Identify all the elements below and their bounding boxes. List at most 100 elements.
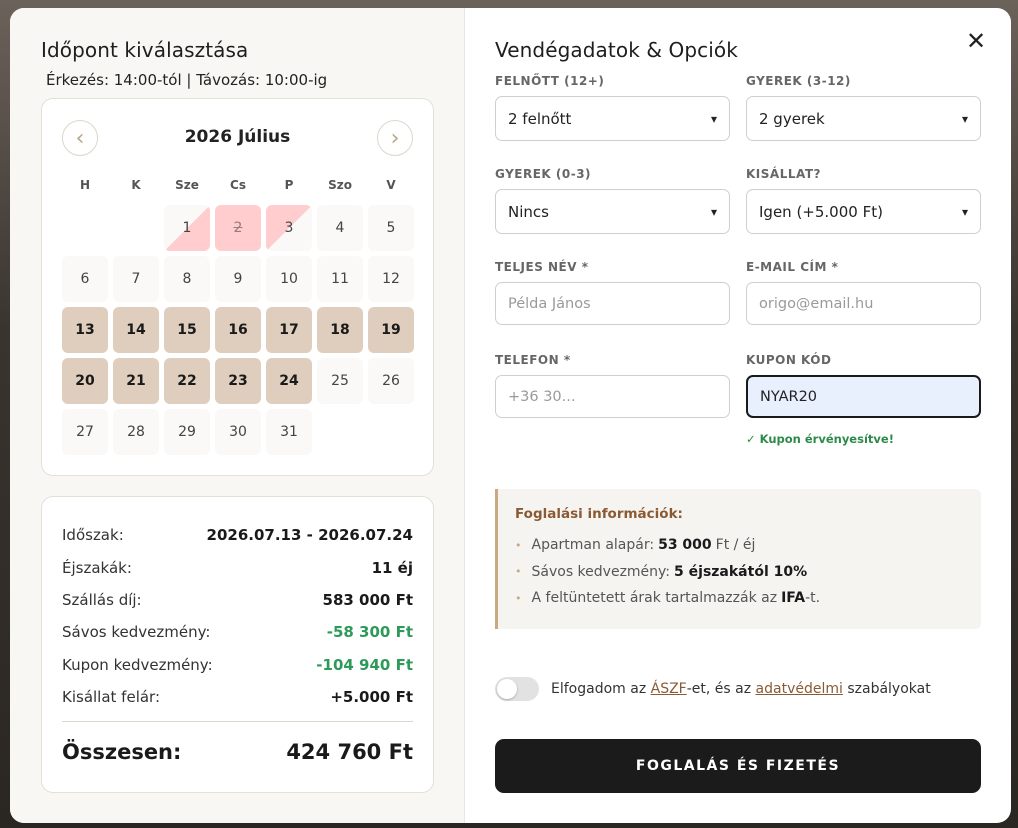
calendar-day-11[interactable]: 11	[317, 256, 363, 302]
infants-label: GYEREK (0-3)	[495, 167, 592, 181]
calendar-day-2: 2	[215, 205, 261, 251]
chevron-down-icon: ▾	[710, 111, 717, 126]
calendar-month-title: 2026 Július	[184, 127, 291, 147]
name-input[interactable]	[508, 295, 717, 312]
calendar-day-number: 18	[330, 322, 350, 338]
infants-select[interactable]: Nincs ▾	[495, 189, 730, 234]
calendar-day-6[interactable]: 6	[62, 256, 108, 302]
summary-row-value: -104 940 Ft	[316, 655, 413, 674]
calendar-day-17[interactable]: 17	[266, 307, 312, 353]
calendar-day-28[interactable]: 28	[113, 409, 159, 455]
date-selection-title: Időpont kiválasztása	[41, 38, 249, 62]
calendar-day-number: 13	[75, 322, 95, 338]
pet-select[interactable]: Igen (+5.000 Ft) ▾	[746, 189, 981, 234]
info-text: Sávos kedvezmény:	[531, 563, 671, 580]
calendar-day-19[interactable]: 19	[368, 307, 414, 353]
terms-text-pre: Elfogadom az	[551, 681, 651, 697]
name-label: TELJES NÉV *	[495, 260, 589, 274]
calendar-day-24[interactable]: 24	[266, 358, 312, 404]
guest-form: FELNŐTT (12+) 2 felnőtt ▾ GYEREK (3-12) …	[495, 74, 981, 446]
calendar-day-number: 10	[280, 271, 298, 287]
calendar-day-9[interactable]: 9	[215, 256, 261, 302]
coupon-field: KUPON KÓD ✓ Kupon érvényesítve!	[746, 353, 981, 446]
calendar-day-number: 30	[229, 424, 247, 440]
calendar-day-22[interactable]: 22	[164, 358, 210, 404]
infants-field: GYEREK (0-3) Nincs ▾	[495, 167, 730, 260]
summary-row: Sávos kedvezmény: -58 300 Ft	[62, 616, 413, 648]
total-label: Összesen:	[62, 740, 182, 765]
calendar-day-4[interactable]: 4	[317, 205, 363, 251]
summary-row: Szállás díj: 583 000 Ft	[62, 584, 413, 616]
pet-field: KISÁLLAT? Igen (+5.000 Ft) ▾	[746, 167, 981, 260]
calendar-day-30[interactable]: 30	[215, 409, 261, 455]
info-bold: 53 000	[658, 537, 712, 554]
calendar-day-18[interactable]: 18	[317, 307, 363, 353]
name-input-wrapper	[495, 282, 730, 325]
coupon-input[interactable]	[760, 388, 967, 405]
phone-input-wrapper	[495, 375, 730, 418]
email-input[interactable]	[759, 295, 968, 312]
aszf-link[interactable]: ÁSZF	[651, 681, 687, 697]
calendar-day-12[interactable]: 12	[368, 256, 414, 302]
calendar-day-20[interactable]: 20	[62, 358, 108, 404]
calendar-day-29[interactable]: 29	[164, 409, 210, 455]
calendar-day-31[interactable]: 31	[266, 409, 312, 455]
calendar-day-15[interactable]: 15	[164, 307, 210, 353]
calendar-day-25[interactable]: 25	[317, 358, 363, 404]
calendar-day-26[interactable]: 26	[368, 358, 414, 404]
calendar-day-21[interactable]: 21	[113, 358, 159, 404]
summary-total: Összesen: 424 760 Ft	[62, 740, 413, 764]
calendar-day-7[interactable]: 7	[113, 256, 159, 302]
calendar-day-3[interactable]: 3	[266, 205, 312, 251]
phone-input[interactable]	[508, 388, 717, 405]
children-label: GYEREK (3-12)	[746, 74, 851, 88]
calendar-day-23[interactable]: 23	[215, 358, 261, 404]
calendar-day-27[interactable]: 27	[62, 409, 108, 455]
adults-select[interactable]: 2 felnőtt ▾	[495, 96, 730, 141]
next-month-button[interactable]: ›	[377, 120, 413, 156]
close-icon[interactable]: ✕	[963, 27, 989, 55]
booking-info-title: Foglalási információk:	[515, 506, 683, 522]
weekday-label: H	[79, 178, 91, 192]
email-label: E-MAIL CÍM *	[746, 260, 839, 274]
calendar-weekdays: H K Sze Cs P Szo V	[62, 178, 415, 192]
summary-row: Kisállat felár: +5.000 Ft	[62, 681, 413, 713]
calendar-day-16[interactable]: 16	[215, 307, 261, 353]
terms-toggle[interactable]	[495, 677, 539, 701]
name-field: TELJES NÉV *	[495, 260, 730, 353]
calendar-day-13[interactable]: 13	[62, 307, 108, 353]
summary-row-value: 11 éj	[371, 558, 413, 577]
calendar-day-10[interactable]: 10	[266, 256, 312, 302]
children-select[interactable]: 2 gyerek ▾	[746, 96, 981, 141]
weekday-label: P	[284, 178, 294, 192]
calendar-day-14[interactable]: 14	[113, 307, 159, 353]
calendar-day-number: 14	[126, 322, 146, 338]
calendar-day-5[interactable]: 5	[368, 205, 414, 251]
calendar-day-number: 4	[335, 220, 345, 236]
calendar-day-number: 24	[279, 373, 299, 389]
coupon-label: KUPON KÓD	[746, 353, 832, 367]
summary-row-label: Kisállat felár:	[62, 688, 161, 707]
summary-row-label: Éjszakák:	[62, 558, 132, 577]
coupon-success-message: ✓ Kupon érvényesítve!	[746, 432, 894, 446]
summary-row-value: 583 000 Ft	[322, 590, 413, 609]
calendar-day-number: 7	[131, 271, 141, 287]
calendar-day-8[interactable]: 8	[164, 256, 210, 302]
price-summary: Időszak: 2026.07.13 - 2026.07.24 Éjszakák:…	[41, 496, 434, 793]
children-field: GYEREK (3-12) 2 gyerek ▾	[746, 74, 981, 167]
guest-details-panel: Vendégadatok & Opciók ✕ FELNŐTT (12+) 2 …	[465, 8, 1011, 823]
adults-field: FELNŐTT (12+) 2 felnőtt ▾	[495, 74, 730, 167]
book-and-pay-button[interactable]: FOGLALÁS ÉS FIZETÉS	[495, 739, 981, 793]
calendar-day-number: 29	[178, 424, 196, 440]
weekday-label: K	[131, 178, 141, 192]
info-text: -t.	[805, 590, 821, 607]
summary-row: Kupon kedvezmény: -104 940 Ft	[62, 649, 413, 681]
calendar-day-number: 8	[182, 271, 192, 287]
privacy-link[interactable]: adatvédelmi	[756, 681, 843, 697]
total-value: 424 760 Ft	[286, 740, 413, 765]
chevron-down-icon: ▾	[961, 204, 968, 219]
calendar: ‹ 2026 Július › H K Sze Cs P Szo V 1 2 3 4 5 6 7 8 9 10…	[41, 98, 434, 476]
terms-acceptance: Elfogadom az ÁSZF -et, és az adatvédelmi …	[495, 677, 931, 701]
calendar-day-1[interactable]: 1	[164, 205, 210, 251]
calendar-day-number: 20	[75, 373, 95, 389]
